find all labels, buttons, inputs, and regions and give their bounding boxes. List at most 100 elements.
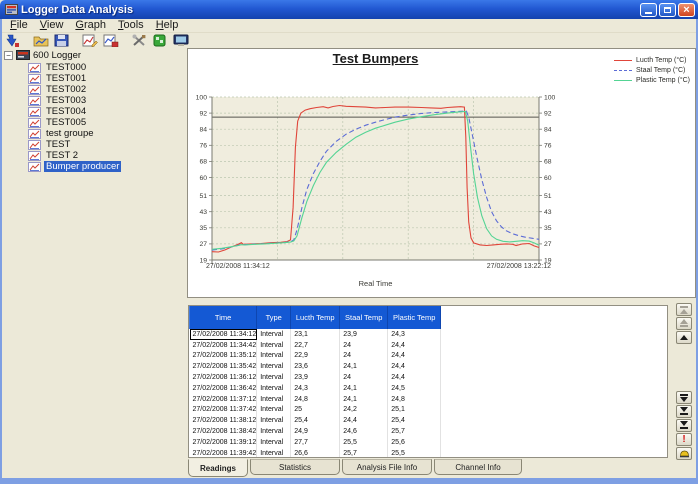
restore-button[interactable] — [659, 3, 676, 17]
table-cell-plastic-temp[interactable]: 24,5 — [388, 383, 441, 394]
table-cell-plastic-temp[interactable]: 25,6 — [388, 437, 441, 448]
table-cell-staal-temp[interactable]: 25,5 — [340, 437, 388, 448]
table-cell-plastic-temp[interactable]: 24,4 — [388, 361, 441, 372]
table-cell-staal-temp[interactable]: 24,2 — [340, 405, 388, 416]
table-cell-lucth-temp[interactable]: 24,9 — [291, 426, 340, 437]
column-header-lucth-temp[interactable]: Lucth Temp — [291, 306, 340, 329]
column-header-type[interactable]: Type — [257, 306, 291, 329]
alarm-warning-button[interactable]: ! — [676, 433, 692, 446]
export-button[interactable] — [150, 33, 169, 48]
table-cell-time[interactable]: 27/02/2008 11:34:12 — [190, 329, 257, 340]
tree-item-test-2[interactable]: TEST 2 — [4, 150, 184, 161]
table-cell-staal-temp[interactable]: 24,4 — [340, 415, 388, 426]
table-cell-plastic-temp[interactable]: 24,4 — [388, 372, 441, 383]
table-cell-staal-temp[interactable]: 24,1 — [340, 383, 388, 394]
table-cell-type[interactable]: Interval — [257, 437, 291, 448]
table-cell-plastic-temp[interactable]: 25,4 — [388, 415, 441, 426]
tab-statistics[interactable]: Statistics — [250, 459, 340, 475]
table-cell-lucth-temp[interactable]: 25,4 — [291, 415, 340, 426]
table-cell-time[interactable]: 27/02/2008 11:37:42 — [190, 405, 257, 416]
table-cell-lucth-temp[interactable]: 27,7 — [291, 437, 340, 448]
close-button[interactable]: × — [678, 3, 695, 17]
tree-item-test004[interactable]: TEST004 — [4, 106, 184, 117]
table-cell-staal-temp[interactable]: 25,7 — [340, 448, 388, 458]
table-cell-plastic-temp[interactable]: 25,7 — [388, 426, 441, 437]
table-cell-lucth-temp[interactable]: 25 — [291, 405, 340, 416]
table-cell-type[interactable]: Interval — [257, 448, 291, 458]
display-setup-button[interactable] — [171, 33, 190, 48]
table-cell-plastic-temp[interactable]: 24,4 — [388, 351, 441, 362]
table-cell-time[interactable]: 27/02/2008 11:38:42 — [190, 426, 257, 437]
column-header-plastic-temp[interactable]: Plastic Temp — [388, 306, 441, 329]
tab-analysis-file-info[interactable]: Analysis File Info — [342, 459, 432, 475]
tree-item-test001[interactable]: TEST001 — [4, 73, 184, 84]
tab-readings[interactable]: Readings — [188, 459, 248, 477]
table-cell-lucth-temp[interactable]: 24,8 — [291, 394, 340, 405]
table-cell-staal-temp[interactable]: 24 — [340, 372, 388, 383]
table-cell-type[interactable]: Interval — [257, 405, 291, 416]
column-header-staal-temp[interactable]: Staal Temp — [340, 306, 388, 329]
table-cell-lucth-temp[interactable]: 26,6 — [291, 448, 340, 458]
table-cell-lucth-temp[interactable]: 24,3 — [291, 383, 340, 394]
table-cell-lucth-temp[interactable]: 22,9 — [291, 351, 340, 362]
save-analysis-button[interactable] — [52, 33, 71, 48]
edit-graph-button[interactable] — [80, 33, 99, 48]
table-cell-time[interactable]: 27/02/2008 11:38:12 — [190, 415, 257, 426]
scroll-first-button[interactable] — [676, 303, 692, 316]
table-cell-staal-temp[interactable]: 24 — [340, 340, 388, 351]
table-cell-time[interactable]: 27/02/2008 11:35:42 — [190, 361, 257, 372]
table-cell-time[interactable]: 27/02/2008 11:37:12 — [190, 394, 257, 405]
page-down-button[interactable] — [676, 405, 692, 418]
scroll-last-button[interactable] — [676, 419, 692, 432]
table-cell-type[interactable]: Interval — [257, 372, 291, 383]
tree-item-test-groupe[interactable]: test groupe — [4, 128, 184, 139]
table-cell-type[interactable]: Interval — [257, 361, 291, 372]
table-cell-time[interactable]: 27/02/2008 11:39:42 — [190, 448, 257, 458]
table-cell-time[interactable]: 27/02/2008 11:36:42 — [190, 383, 257, 394]
tree-item-test005[interactable]: TEST005 — [4, 117, 184, 128]
table-cell-plastic-temp[interactable]: 24,3 — [388, 329, 441, 340]
menu-graph[interactable]: Graph — [69, 19, 112, 32]
table-cell-plastic-temp[interactable]: 24,4 — [388, 340, 441, 351]
table-cell-type[interactable]: Interval — [257, 415, 291, 426]
tree-item-test002[interactable]: TEST002 — [4, 84, 184, 95]
table-cell-lucth-temp[interactable]: 22,7 — [291, 340, 340, 351]
table-cell-staal-temp[interactable]: 24,6 — [340, 426, 388, 437]
tools-options-button[interactable] — [129, 33, 148, 48]
table-cell-time[interactable]: 27/02/2008 11:34:42 — [190, 340, 257, 351]
tree-item-test000[interactable]: TEST000 — [4, 62, 184, 73]
tab-channel-info[interactable]: Channel Info — [434, 459, 522, 475]
table-cell-type[interactable]: Interval — [257, 426, 291, 437]
table-cell-staal-temp[interactable]: 24,1 — [340, 361, 388, 372]
table-cell-lucth-temp[interactable]: 23,6 — [291, 361, 340, 372]
print-graph-button[interactable] — [101, 33, 120, 48]
table-cell-type[interactable]: Interval — [257, 340, 291, 351]
minimize-button[interactable] — [640, 3, 657, 17]
row-down-button[interactable] — [676, 391, 692, 404]
table-cell-plastic-temp[interactable]: 25,5 — [388, 448, 441, 458]
tree-item-bumper-producer[interactable]: Bumper producer — [4, 161, 184, 172]
table-cell-plastic-temp[interactable]: 25,1 — [388, 405, 441, 416]
column-header-time[interactable]: Time — [190, 306, 257, 329]
table-cell-type[interactable]: Interval — [257, 394, 291, 405]
table-cell-time[interactable]: 27/02/2008 11:35:12 — [190, 351, 257, 362]
table-cell-staal-temp[interactable]: 24 — [340, 351, 388, 362]
alarm-bell-button[interactable] — [676, 447, 692, 460]
table-cell-lucth-temp[interactable]: 23,1 — [291, 329, 340, 340]
table-cell-staal-temp[interactable]: 23,9 — [340, 329, 388, 340]
table-cell-staal-temp[interactable]: 24,1 — [340, 394, 388, 405]
table-cell-plastic-temp[interactable]: 24,8 — [388, 394, 441, 405]
open-analysis-file-button[interactable] — [31, 33, 50, 48]
tree-item-test[interactable]: TEST — [4, 139, 184, 150]
collapse-icon[interactable]: − — [4, 51, 13, 60]
menu-help[interactable]: Help — [150, 19, 185, 32]
table-cell-time[interactable]: 27/02/2008 11:36:12 — [190, 372, 257, 383]
table-cell-type[interactable]: Interval — [257, 383, 291, 394]
menu-tools[interactable]: Tools — [112, 19, 150, 32]
row-up-button[interactable] — [676, 331, 692, 344]
table-cell-time[interactable]: 27/02/2008 11:39:12 — [190, 437, 257, 448]
table-cell-type[interactable]: Interval — [257, 329, 291, 340]
menu-view[interactable]: View — [34, 19, 70, 32]
tree-item-test003[interactable]: TEST003 — [4, 95, 184, 106]
table-cell-type[interactable]: Interval — [257, 351, 291, 362]
